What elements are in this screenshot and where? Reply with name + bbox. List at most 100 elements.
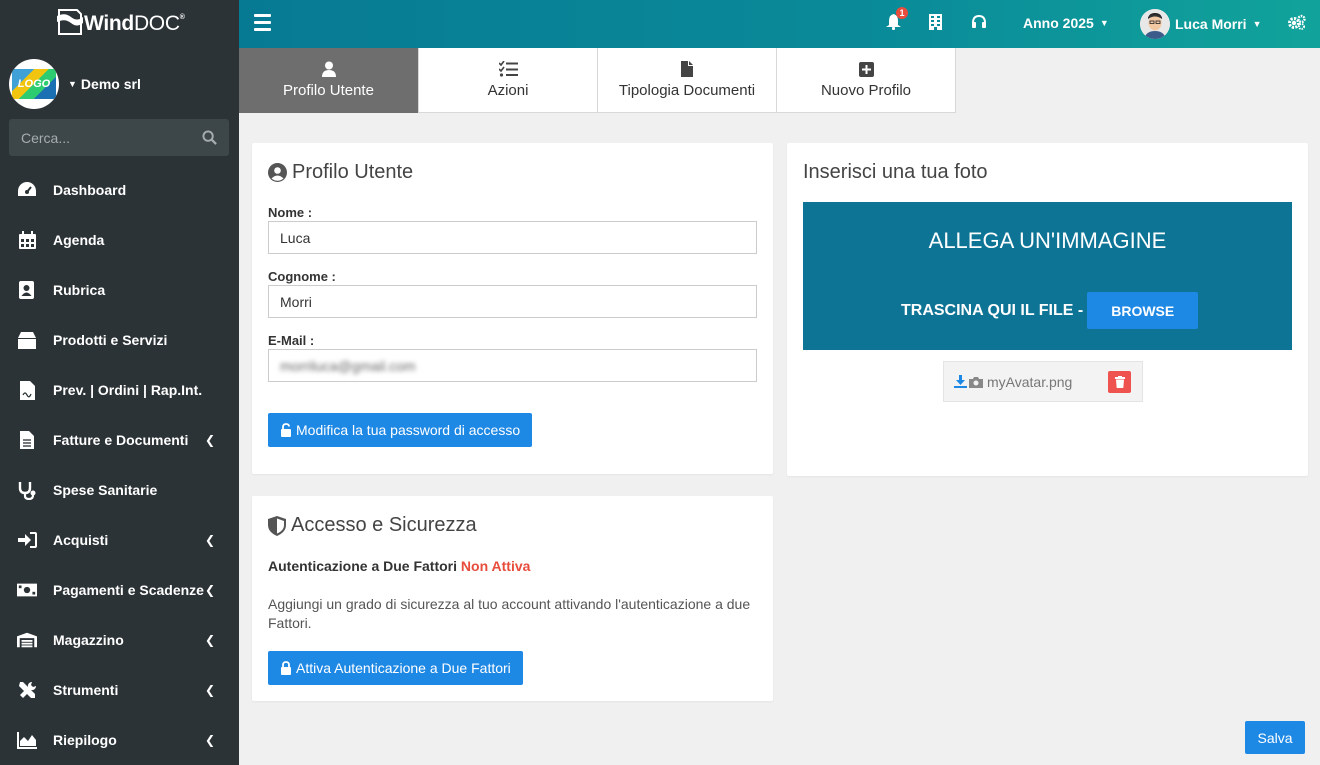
file-signature-icon	[17, 380, 37, 400]
twofa-status: Non Attiva	[460, 558, 531, 574]
invoice-icon	[17, 430, 37, 450]
sidebar-item-prodotti[interactable]: Prodotti e Servizi	[0, 315, 239, 365]
sidebar-nav: Dashboard Agenda Rubrica Prodotti e Serv…	[0, 165, 239, 765]
tab-nuovo-profilo[interactable]: Nuovo Profilo	[776, 48, 956, 113]
app-logo[interactable]: WindDOC®	[0, 0, 239, 48]
delete-file-button[interactable]	[1108, 371, 1131, 393]
sidebar-item-spese-sanitarie[interactable]: Spese Sanitarie	[0, 465, 239, 515]
warehouse-icon	[17, 630, 37, 650]
chevron-left-icon: ❮	[204, 733, 215, 747]
dashboard-icon	[17, 180, 37, 200]
cogs-icon	[1288, 14, 1306, 30]
sidebar-item-preventivi[interactable]: Prev. | Ordini | Rap.Int.	[0, 365, 239, 415]
menu-toggle-icon[interactable]	[254, 14, 271, 31]
sidebar-item-agenda[interactable]: Agenda	[0, 215, 239, 265]
avatar	[1140, 9, 1170, 39]
chevron-left-icon: ❮	[204, 633, 215, 647]
plus-square-icon	[858, 60, 874, 78]
save-button[interactable]: Salva	[1245, 721, 1305, 754]
tab-azioni[interactable]: Azioni	[418, 48, 598, 113]
sidebar-search	[9, 119, 229, 156]
surname-field[interactable]: Morri	[268, 285, 757, 318]
lock-icon	[281, 661, 291, 675]
sidebar-item-rubrica[interactable]: Rubrica	[0, 265, 239, 315]
trash-icon	[1114, 376, 1125, 388]
camera-icon	[969, 376, 983, 388]
panel-title: Profilo Utente	[292, 161, 414, 183]
dropzone-text: TRASCINA QUI IL FILE -	[901, 301, 1084, 319]
building-icon	[929, 14, 942, 30]
email-value: morriluca@gmail.com	[280, 357, 416, 374]
security-panel: Accesso e Sicurezza Autenticazione a Due…	[252, 496, 773, 701]
browse-button[interactable]: BROWSE	[1087, 292, 1199, 329]
shield-icon	[268, 515, 286, 536]
profile-tabs: Profilo Utente Azioni Tipologia Document…	[239, 48, 956, 113]
activate-twofa-button[interactable]: Attiva Autenticazione a Due Fattori	[268, 651, 523, 685]
unlock-icon	[281, 423, 291, 437]
user-name: Luca Morri	[1175, 16, 1247, 32]
year-selector[interactable]: Anno 2025 ▼	[1023, 15, 1109, 31]
sidebar-item-fatture[interactable]: Fatture e Documenti ❮	[0, 415, 239, 465]
search-input[interactable]	[21, 129, 202, 146]
caret-down-icon: ▼	[1099, 18, 1109, 28]
tools-icon	[17, 680, 37, 700]
app-name: WindDOC®	[84, 12, 185, 35]
sidebar-item-pagamenti[interactable]: Pagamenti e Scadenze ❮	[0, 565, 239, 615]
surname-label: Cognome :	[268, 269, 336, 284]
chevron-left-icon: ❮	[204, 583, 215, 597]
file-name[interactable]: myAvatar.png	[987, 374, 1072, 390]
uploaded-file: myAvatar.png	[943, 361, 1143, 402]
panel-title: Inserisci una tua foto	[803, 161, 988, 183]
panel-title: Accesso e Sicurezza	[291, 514, 477, 536]
search-icon[interactable]	[202, 130, 217, 145]
company-logo: LOGO	[9, 59, 59, 109]
caret-down-icon: ▼	[68, 79, 77, 89]
company-selector[interactable]: LOGO ▼ Demo srl	[9, 59, 141, 109]
calendar-icon	[17, 230, 37, 250]
name-field[interactable]: Luca	[268, 221, 757, 254]
name-label: Nome :	[268, 205, 313, 220]
notifications-button[interactable]: 1	[886, 7, 908, 35]
notification-badge: 1	[896, 7, 908, 19]
profile-panel: Profilo Utente Nome : Luca Cognome : Mor…	[252, 143, 773, 474]
support-button[interactable]	[971, 14, 987, 35]
download-icon[interactable]	[954, 375, 967, 388]
photo-panel: Inserisci una tua foto ALLEGA UN'IMMAGIN…	[787, 143, 1308, 476]
contact-book-icon	[17, 280, 37, 300]
area-chart-icon	[17, 730, 37, 750]
chevron-left-icon: ❮	[204, 433, 215, 447]
user-menu[interactable]: Luca Morri ▼	[1140, 9, 1262, 39]
twofa-description: Aggiungi un grado di sicurezza al tuo ac…	[268, 596, 751, 631]
user-icon	[321, 60, 336, 78]
chevron-left-icon: ❮	[204, 533, 215, 547]
company-name: Demo srl	[80, 76, 141, 92]
file-dropzone[interactable]: ALLEGA UN'IMMAGINE TRASCINA QUI IL FILE …	[803, 202, 1292, 350]
tab-profilo-utente[interactable]: Profilo Utente	[239, 48, 419, 113]
money-bill-icon	[17, 580, 37, 600]
sidebar-item-magazzino[interactable]: Magazzino ❮	[0, 615, 239, 665]
email-field[interactable]: morriluca@gmail.com	[268, 349, 757, 382]
file-icon	[681, 60, 693, 78]
chevron-left-icon: ❮	[204, 683, 215, 697]
email-label: E-Mail :	[268, 333, 315, 348]
user-circle-icon	[268, 163, 287, 182]
logo-icon	[57, 9, 83, 35]
stethoscope-icon	[17, 480, 37, 500]
caret-down-icon: ▼	[1252, 19, 1262, 29]
sidebar-item-strumenti[interactable]: Strumenti ❮	[0, 665, 239, 715]
settings-button[interactable]	[1288, 14, 1306, 35]
topbar: 1 Anno 2025 ▼ Luca Morri ▼	[239, 0, 1320, 48]
dropzone-title: ALLEGA UN'IMMAGINE	[928, 228, 1167, 253]
sidebar-item-riepilogo[interactable]: Riepilogo ❮	[0, 715, 239, 765]
twofa-label: Autenticazione a Due Fattori	[268, 558, 458, 574]
tab-tipologia-documenti[interactable]: Tipologia Documenti	[597, 48, 777, 113]
tasks-icon	[498, 60, 518, 78]
box-icon	[17, 330, 37, 350]
company-button[interactable]	[929, 14, 942, 35]
headset-icon	[972, 14, 986, 28]
sidebar-item-acquisti[interactable]: Acquisti ❮	[0, 515, 239, 565]
sidebar-item-dashboard[interactable]: Dashboard	[0, 165, 239, 215]
sidebar: WindDOC® LOGO ▼ Demo srl Dashboard Agend…	[0, 0, 239, 765]
change-password-button[interactable]: Modifica la tua password di accesso	[268, 413, 533, 447]
sign-in-icon	[17, 530, 37, 550]
